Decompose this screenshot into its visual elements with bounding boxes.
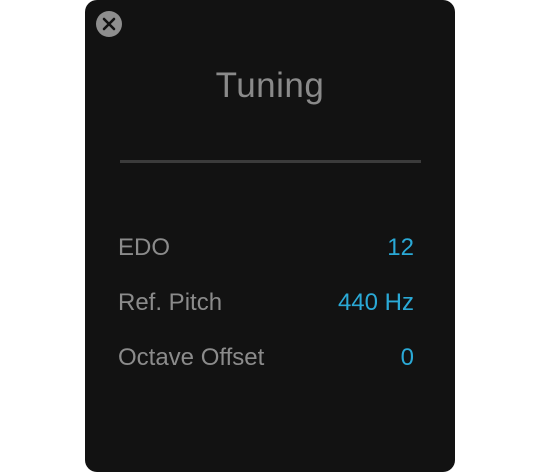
edo-label: EDO: [118, 233, 171, 261]
close-button[interactable]: [96, 11, 122, 37]
close-icon: [102, 17, 116, 31]
octave-offset-value[interactable]: 0: [401, 343, 414, 373]
dialog-title: Tuning: [215, 66, 325, 105]
ref-pitch-label: Ref. Pitch: [118, 288, 223, 316]
title-divider: [120, 160, 421, 163]
edo-value[interactable]: 12: [387, 233, 414, 263]
setting-row-edo: EDO 12: [118, 220, 414, 275]
tuning-panel: Tuning EDO 12 Ref. Pitch 440 Hz Octave O…: [85, 0, 455, 472]
octave-offset-label: Octave Offset: [118, 343, 265, 371]
setting-row-ref-pitch: Ref. Pitch 440 Hz: [118, 275, 414, 330]
settings-list: EDO 12 Ref. Pitch 440 Hz Octave Offset 0: [118, 220, 414, 385]
ref-pitch-value[interactable]: 440 Hz: [338, 288, 414, 318]
setting-row-octave-offset: Octave Offset 0: [118, 330, 414, 385]
